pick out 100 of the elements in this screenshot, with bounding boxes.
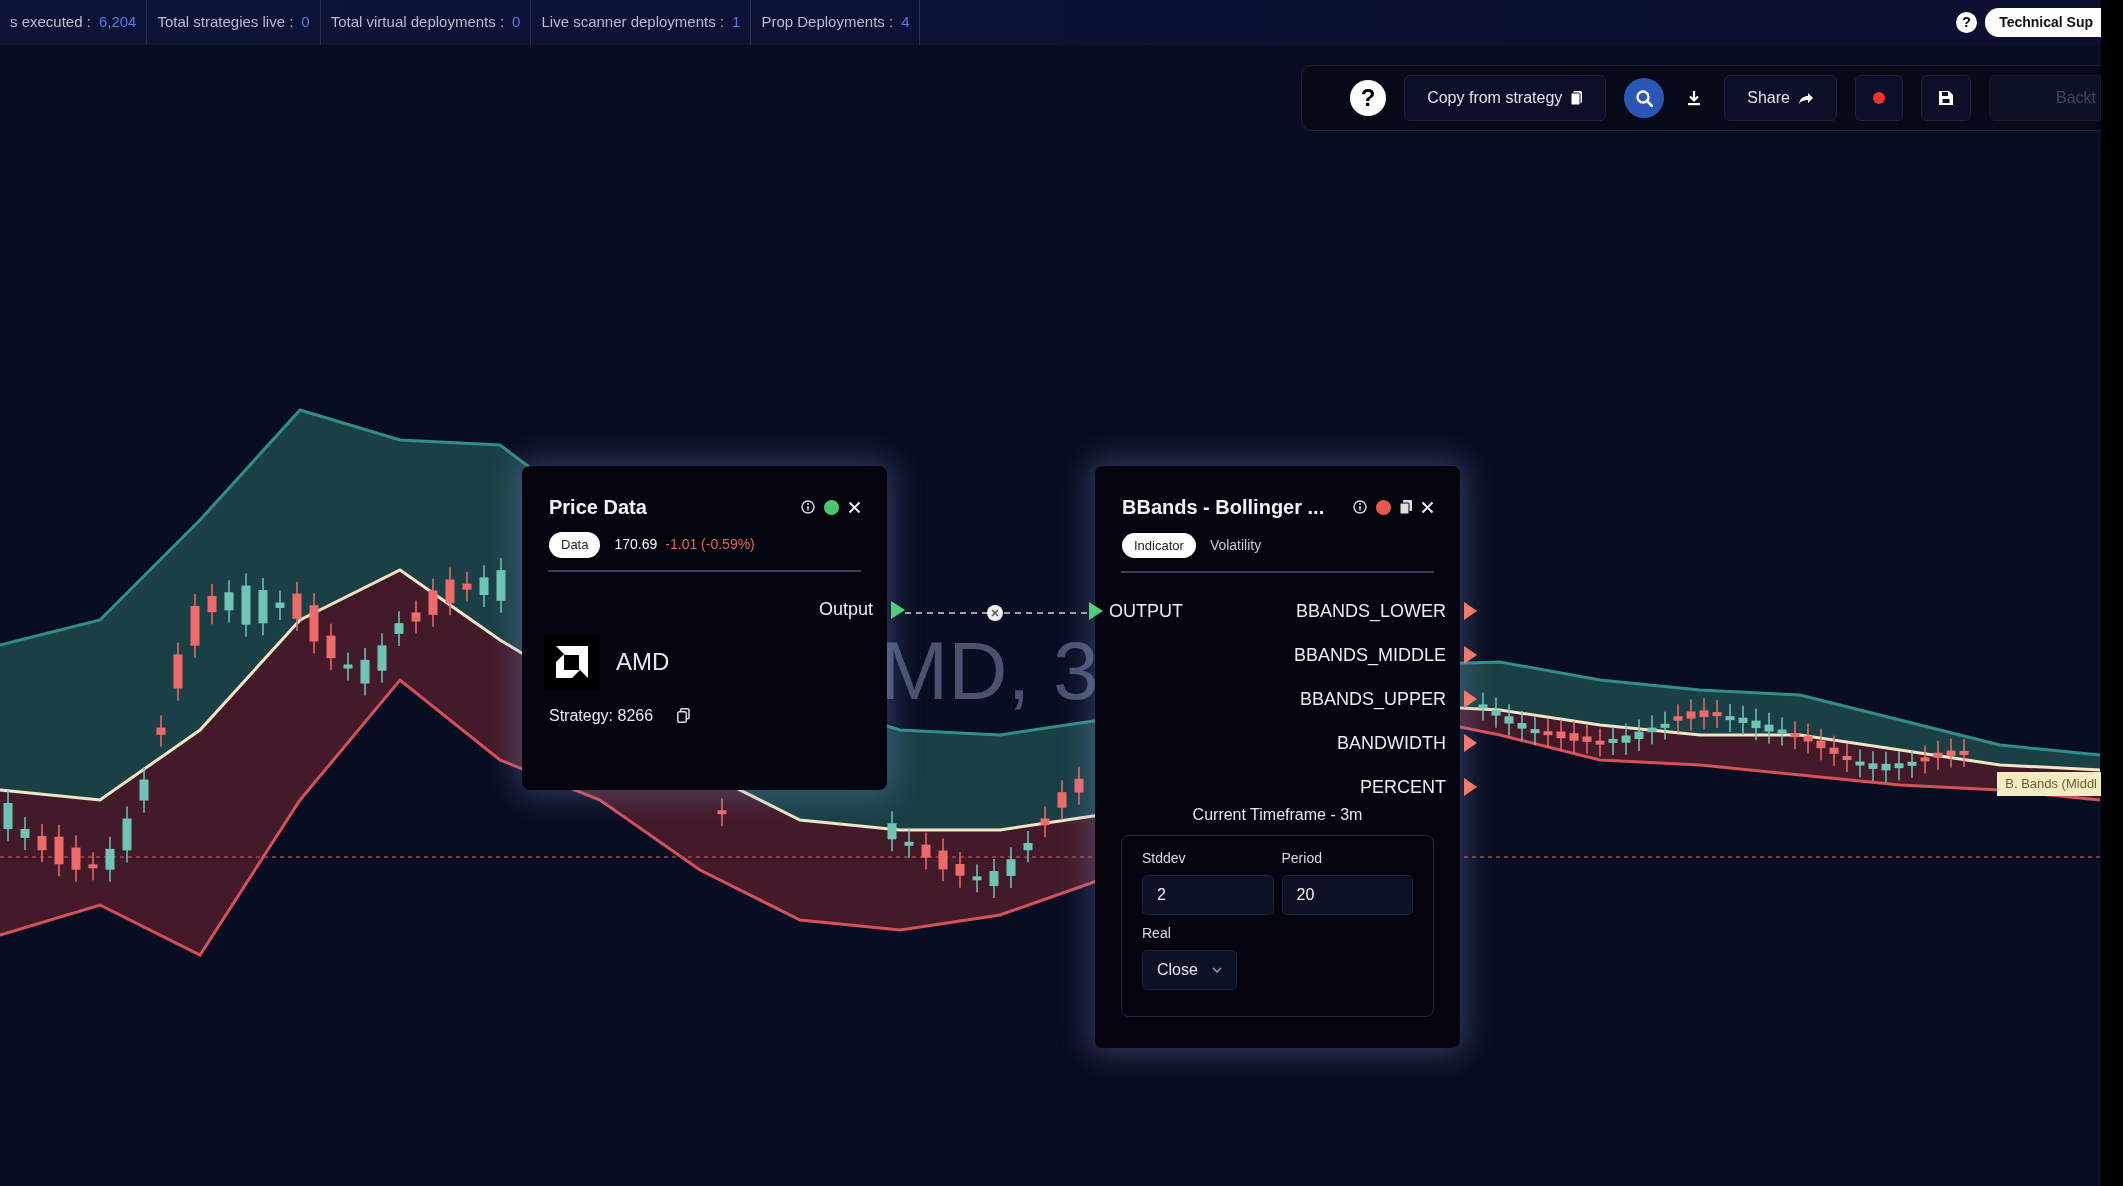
info-icon[interactable] (801, 500, 815, 514)
port-label: BBANDS_LOWER (1295, 599, 1446, 624)
category-tag[interactable]: Indicator (1122, 532, 1196, 559)
output-port-icon[interactable] (1464, 646, 1477, 664)
candlestick (1006, 846, 1016, 889)
stat-label: Live scanner deployments : (541, 12, 725, 33)
timeframe-label: Current Timeframe - 3m (1192, 806, 1363, 823)
record-button[interactable] (1855, 75, 1903, 121)
candlestick (88, 851, 98, 882)
output-port-icon[interactable] (1464, 778, 1477, 796)
candlestick (1959, 738, 1969, 768)
candlestick (1660, 711, 1670, 741)
duplicate-icon[interactable] (1400, 500, 1412, 514)
field-label: Stddev (1142, 849, 1187, 868)
candlestick (1504, 703, 1514, 737)
candlestick (411, 599, 421, 635)
logo-icon (544, 633, 600, 690)
candlestick (462, 570, 472, 603)
close-icon[interactable] (848, 500, 861, 514)
output-port-icon[interactable] (1464, 690, 1477, 708)
candlestick (1868, 750, 1878, 782)
candlestick (1764, 711, 1774, 745)
dropdown-select[interactable]: Close (1142, 950, 1237, 990)
candlestick (1556, 718, 1566, 751)
candlestick (241, 572, 251, 638)
text-input-field[interactable]: 2 (1142, 875, 1274, 915)
candlestick (37, 823, 47, 863)
candlestick (1855, 748, 1865, 779)
candlestick (989, 858, 999, 899)
candlestick (1543, 718, 1553, 748)
candlestick (1595, 727, 1605, 758)
candlestick (1881, 751, 1891, 784)
candlestick (1894, 750, 1904, 781)
search-button[interactable] (1624, 78, 1665, 118)
candlestick (377, 632, 387, 684)
candlestick (71, 834, 81, 883)
candlestick (1530, 716, 1540, 746)
candlestick (938, 837, 948, 883)
output-port-icon[interactable] (1464, 734, 1477, 752)
candlestick (972, 863, 982, 894)
candlestick (3, 790, 13, 842)
candlestick (275, 589, 285, 621)
info-icon[interactable] (1353, 500, 1367, 514)
port-label: BBANDS_UPPER (1299, 687, 1446, 712)
price-text: 170.69 (614, 535, 658, 555)
candlestick (1933, 740, 1943, 771)
output-port-icon[interactable] (891, 600, 905, 619)
candlestick (1673, 703, 1683, 734)
share-arrow-icon (1798, 91, 1814, 105)
candlestick (360, 647, 370, 697)
input-port-icon[interactable] (1089, 602, 1103, 620)
candlestick (496, 557, 506, 614)
candlestick (445, 566, 455, 616)
candlestick (1582, 723, 1592, 755)
candlestick (921, 831, 931, 871)
stat-label: Total virtual deployments : (330, 12, 505, 33)
technical-support-button[interactable]: Technical Sup (1985, 8, 2101, 37)
text-input-field[interactable]: 20 (1281, 875, 1413, 915)
close-icon[interactable] (1421, 500, 1434, 514)
search-icon (1635, 89, 1654, 107)
candlestick (1074, 766, 1084, 806)
candlestick (207, 583, 217, 625)
remove-connection-icon[interactable] (987, 605, 1003, 621)
candlestick (224, 579, 234, 624)
field-label: Real (1142, 924, 1172, 943)
port-label: BBANDS_MIDDLE (1293, 643, 1446, 668)
stat-value: 4 (901, 12, 910, 33)
candlestick (1057, 779, 1067, 821)
clipboard-icon (1570, 90, 1584, 106)
strategy-id-text: Strategy: 8266 (549, 705, 654, 726)
help-button[interactable]: ? (1956, 12, 1978, 33)
candlestick (1699, 697, 1709, 730)
candlestick (428, 577, 438, 628)
candlestick (1816, 727, 1826, 761)
candlestick (1634, 718, 1644, 752)
symbol-name: AMD (616, 646, 670, 677)
candlestick (54, 823, 64, 878)
chart-watermark: MD, 3 (880, 630, 1099, 712)
candlestick (1738, 704, 1748, 736)
candlestick (1569, 720, 1579, 754)
share-button[interactable]: Share (1724, 75, 1837, 121)
category-tag: Data (549, 532, 601, 558)
candlestick (1517, 710, 1527, 742)
candlestick (326, 622, 336, 671)
port-label: PERCENT (1360, 775, 1446, 799)
output-port-icon[interactable] (1464, 602, 1477, 620)
candlestick (1621, 722, 1631, 756)
candlestick (1829, 735, 1839, 767)
help-button[interactable]: ? (1350, 80, 1387, 116)
category-tag[interactable]: Volatility (1209, 532, 1262, 559)
candlestick (173, 641, 183, 702)
candlestick (156, 714, 166, 748)
candlestick (20, 816, 30, 851)
copy-from-strategy-button[interactable]: Copy from strategy (1404, 75, 1607, 121)
candlestick (122, 805, 132, 864)
candlestick (258, 577, 268, 637)
price-change-text: -1.01 (-0.59%) (665, 535, 755, 555)
copy-icon[interactable] (677, 708, 691, 723)
field-label: Period (1281, 849, 1323, 868)
save-button[interactable] (1921, 75, 1971, 121)
